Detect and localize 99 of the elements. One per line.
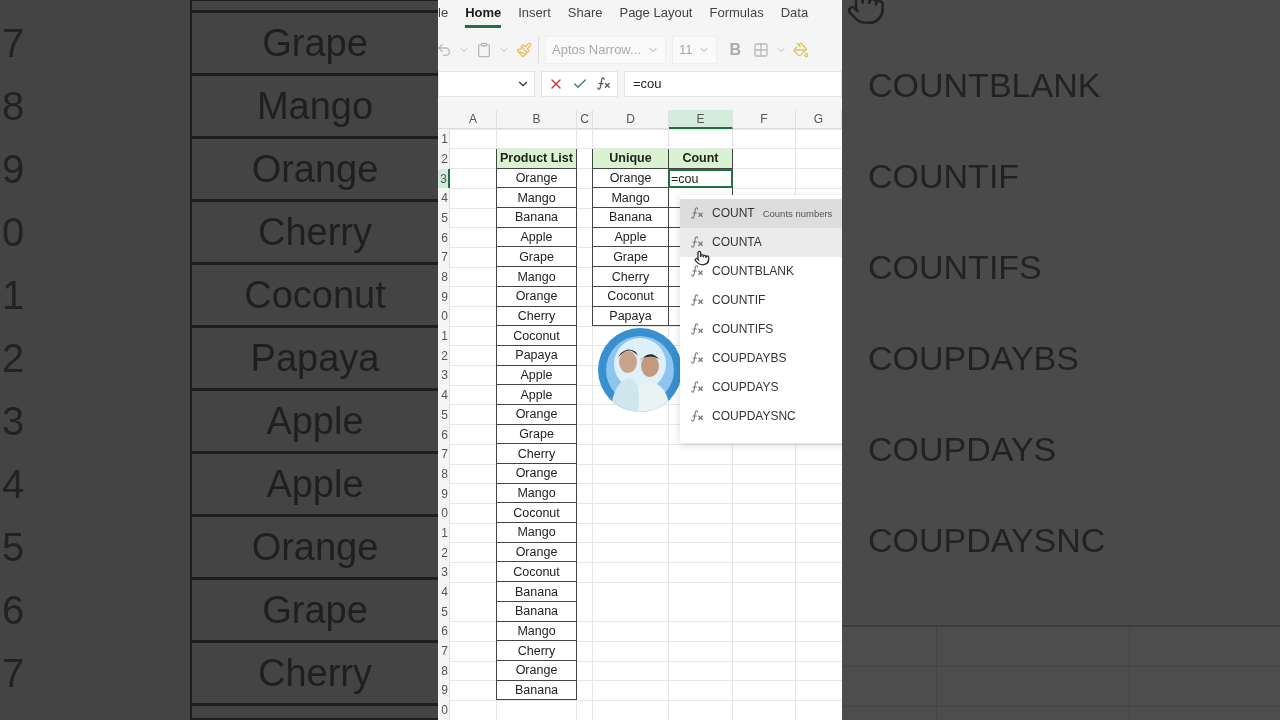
row-header[interactable]: 4 [438, 582, 450, 602]
function-icon [690, 293, 704, 308]
table-cell: Orange [496, 286, 577, 307]
table-cell: Orange [496, 168, 577, 189]
ribbon-tab[interactable]: Home [465, 4, 502, 28]
row-header[interactable]: 8 [438, 660, 450, 681]
table-cell: Banana [496, 582, 577, 602]
row-header[interactable]: 1 [438, 129, 450, 150]
borders-icon[interactable] [752, 41, 769, 58]
name-box[interactable] [438, 70, 535, 97]
row-header[interactable]: 1 [438, 523, 450, 543]
table-cell: Coconut [496, 503, 577, 524]
table-cell: Mango [592, 188, 669, 209]
table-cell: Banana [496, 601, 577, 622]
function-description: Counts numbers [762, 207, 833, 219]
row-header[interactable]: 0 [438, 306, 450, 327]
table-cell: Mango [496, 621, 577, 642]
function-icon [690, 322, 704, 337]
row-header[interactable]: 0 [438, 700, 450, 720]
active-cell[interactable]: =cou [668, 168, 733, 189]
row-header[interactable]: 8 [438, 267, 450, 287]
table-cell: Mango [496, 188, 577, 209]
row-header[interactable]: 9 [438, 483, 450, 504]
table-cell: Banana [496, 680, 577, 701]
function-icon [690, 235, 704, 250]
table-cell: Mango [496, 523, 577, 543]
table-cell: Apple [496, 227, 577, 248]
function-icon [690, 409, 704, 424]
row-header[interactable]: 3 [438, 365, 450, 386]
table-cell: Cherry [496, 444, 577, 465]
row-header[interactable]: 9 [438, 286, 450, 307]
row-header[interactable]: 3 [438, 168, 450, 189]
table-cell: Mango [496, 483, 577, 504]
table-cell: Orange [496, 660, 577, 681]
fill-color-icon[interactable] [792, 41, 809, 58]
table-cell: Grape [592, 247, 669, 268]
function-icon [690, 264, 704, 279]
column-header[interactable]: C [577, 109, 593, 130]
row-header[interactable]: 3 [438, 562, 450, 583]
header-cell: Count [668, 149, 733, 169]
row-header[interactable]: 7 [438, 641, 450, 661]
ribbon-tab[interactable]: Data [780, 4, 809, 28]
row-header[interactable]: 7 [438, 247, 450, 268]
table-cell: Coconut [496, 326, 577, 346]
column-header[interactable]: B [497, 109, 577, 130]
ribbon-tab[interactable]: Formulas [709, 4, 764, 28]
header-cell: Unique [592, 149, 669, 169]
header-cell: Product List [496, 149, 577, 169]
row-header[interactable]: 4 [438, 385, 450, 405]
table-cell: Cherry [496, 641, 577, 661]
row-header[interactable]: 5 [438, 405, 450, 425]
row-header[interactable]: 6 [438, 424, 450, 445]
row-header[interactable]: 0 [438, 503, 450, 524]
column-header[interactable]: D [593, 109, 669, 130]
ribbon-tab[interactable]: le [438, 4, 449, 28]
function-icon [690, 351, 704, 366]
row-header[interactable]: 9 [438, 680, 450, 701]
function-suggestion[interactable]: COUNTA [680, 227, 842, 257]
ribbon-tab[interactable]: Insert [518, 4, 551, 28]
table-cell: Orange [496, 542, 577, 563]
table-cell: Coconut [496, 562, 577, 583]
column-header[interactable]: G [796, 109, 842, 130]
row-header[interactable]: 1 [438, 326, 450, 346]
function-icon[interactable] [596, 76, 611, 92]
hand-cursor-icon [694, 249, 710, 266]
undo-icon[interactable] [438, 41, 452, 58]
clipboard-icon[interactable] [476, 41, 492, 58]
table-cell: Papaya [496, 345, 577, 366]
table-cell: Orange [496, 405, 577, 425]
column-header[interactable]: A [450, 109, 497, 130]
table-cell: Orange [496, 464, 577, 484]
formula-field[interactable]: =cou [624, 70, 842, 97]
table-cell: Apple [496, 365, 577, 386]
row-header[interactable]: 4 [438, 188, 450, 209]
row-header[interactable]: 5 [438, 208, 450, 228]
ribbon-tab[interactable]: Page Layout [619, 4, 693, 28]
column-header[interactable]: F [733, 109, 796, 130]
row-header[interactable]: 2 [438, 149, 450, 169]
column-header[interactable]: E [669, 109, 733, 130]
row-header[interactable]: 7 [438, 444, 450, 465]
table-cell: Mango [496, 267, 577, 287]
function-icon [690, 380, 704, 395]
table-cell: Cherry [592, 267, 669, 287]
table-cell: Cherry [496, 306, 577, 327]
function-icon [690, 206, 704, 221]
table-cell: Apple [496, 385, 577, 405]
table-cell: Banana [496, 208, 577, 228]
table-cell: Grape [496, 424, 577, 445]
table-cell: Grape [496, 247, 577, 268]
row-header[interactable]: 6 [438, 621, 450, 642]
paintbrush-icon[interactable] [516, 41, 532, 58]
row-header[interactable]: 8 [438, 464, 450, 484]
row-header[interactable]: 2 [438, 542, 450, 563]
ribbon-tab[interactable]: Share [567, 4, 603, 28]
row-header[interactable]: 6 [438, 227, 450, 248]
function-suggestion[interactable]: COUNT Counts numbers [680, 198, 842, 228]
row-header[interactable]: 2 [438, 345, 450, 366]
row-header[interactable]: 5 [438, 601, 450, 622]
table-cell: Banana [592, 208, 669, 228]
